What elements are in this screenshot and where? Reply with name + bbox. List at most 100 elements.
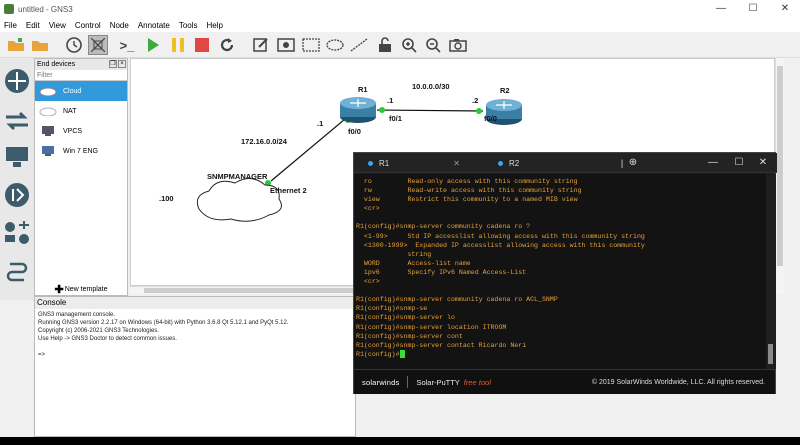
menu-node[interactable]: Node <box>110 21 129 30</box>
tab-label: R1 <box>379 158 390 168</box>
scroll-thumb[interactable] <box>777 66 783 266</box>
console-output[interactable]: GNS3 management console. Running GNS3 ve… <box>35 309 355 361</box>
cloud-icon <box>39 86 57 96</box>
computer-icon <box>39 126 57 136</box>
terminal-line: rw Read-write access with this community… <box>356 187 582 195</box>
new-template-label: New template <box>64 285 108 293</box>
grid-icon[interactable] <box>88 35 108 55</box>
menu-help[interactable]: Help <box>207 21 223 30</box>
cloud-snmpmanager[interactable] <box>196 178 282 222</box>
screenshot-icon[interactable] <box>448 35 468 55</box>
r1-f00-ip-label: .1 <box>317 119 323 128</box>
folder-new-icon[interactable] <box>6 35 26 55</box>
add-link-icon[interactable] <box>2 258 32 288</box>
all-devices-category-icon[interactable] <box>2 218 32 248</box>
terminal-line: R1(config)#snmp-server community cadena … <box>356 296 558 304</box>
panel-header: End devices ❐ × <box>35 59 127 70</box>
terminal-line: ro Read-only access with this community … <box>356 178 578 185</box>
console-line: Use Help -> GNS3 Doctor to detect common… <box>38 336 177 342</box>
menu-view[interactable]: View <box>49 21 66 30</box>
device-item-vpcs[interactable]: VPCS <box>35 121 127 141</box>
device-label: NAT <box>63 107 77 115</box>
menu-edit[interactable]: Edit <box>26 21 40 30</box>
r1-f00-port-label: f0/0 <box>348 127 361 136</box>
close-tab-icon[interactable]: ✕ <box>453 159 460 168</box>
rectangle-icon[interactable] <box>301 35 321 55</box>
link-r1-r2[interactable] <box>376 109 484 112</box>
minimize-button[interactable]: — <box>706 0 736 18</box>
cloud-label: SNMPMANAGER <box>207 172 268 181</box>
switches-category-icon[interactable] <box>2 106 32 136</box>
computer-icon <box>39 146 57 156</box>
terminal-line: view Restrict this community to a named … <box>356 196 578 204</box>
float-panel-icon[interactable]: ❐ <box>109 60 117 68</box>
subnet-label-r1-r2: 10.0.0.0/30 <box>412 82 450 91</box>
device-label: Cloud <box>63 87 82 95</box>
insert-picture-icon[interactable] <box>276 35 296 55</box>
start-icon[interactable] <box>143 35 163 55</box>
putty-maximize-button[interactable]: ☐ <box>730 153 748 173</box>
lock-icon[interactable] <box>375 35 395 55</box>
filter-input[interactable]: Filter <box>35 70 127 81</box>
zoom-in-icon[interactable] <box>399 35 419 55</box>
reload-icon[interactable] <box>217 35 237 55</box>
bottom-edge <box>0 437 800 445</box>
maximize-button[interactable]: ☐ <box>738 0 768 18</box>
panel-title: End devices <box>37 61 76 68</box>
terminal-line: R1(config)#snmp-se <box>356 305 428 313</box>
device-item-cloud[interactable]: Cloud <box>35 81 127 101</box>
r2-label: R2 <box>500 86 510 95</box>
r1-f01-ip-label: .1 <box>387 96 393 105</box>
console-line: GNS3 management console. <box>38 312 116 318</box>
r1-label: R1 <box>358 85 368 94</box>
scroll-thumb[interactable] <box>768 344 773 364</box>
putty-close-button[interactable]: ✕ <box>754 153 772 173</box>
free-tool-tag: free tool <box>463 377 491 387</box>
console-line: Copyright (c) 2006-2021 GNS3 Technologie… <box>38 328 159 334</box>
putty-minimize-button[interactable]: — <box>704 153 722 173</box>
edit-note-icon[interactable] <box>251 35 271 55</box>
gns3-window: untitled - GNS3 — ☐ ✕ File Edit View Con… <box>0 0 800 437</box>
putty-tab-bar: R1 ✕ R2 | ⊕ — ☐ ✕ <box>354 153 777 173</box>
tab-r2[interactable]: R2 <box>498 153 519 173</box>
end-devices-category-icon[interactable] <box>2 142 32 172</box>
cloud-port-label: Ethernet 2 <box>270 186 307 195</box>
routers-category-icon[interactable] <box>2 66 32 96</box>
zoom-out-icon[interactable] <box>423 35 443 55</box>
terminal-line: WORD Access-list name <box>356 259 471 267</box>
device-item-win7[interactable]: Win 7 ENG <box>35 141 127 161</box>
menu-tools[interactable]: Tools <box>179 21 198 30</box>
menu-annotate[interactable]: Annotate <box>138 21 170 30</box>
pause-icon[interactable] <box>168 35 188 55</box>
device-item-nat[interactable]: NAT <box>35 101 127 121</box>
product-name: Solar-PuTTY <box>416 377 460 387</box>
terminal-line: R1(config)#snmp-server location ITROOM <box>356 323 507 331</box>
folder-open-icon[interactable] <box>30 35 50 55</box>
r2-port-label: f0/0 <box>484 114 497 123</box>
tab-r1[interactable]: R1 ✕ <box>368 153 460 173</box>
terminal-output[interactable]: ro Read-only access with this community … <box>354 174 766 369</box>
terminal-line: R1(config)#snmp-server contact Ricardo N… <box>356 341 527 349</box>
security-devices-category-icon[interactable] <box>2 180 32 210</box>
terminal-scrollbar[interactable] <box>766 174 776 369</box>
stop-icon[interactable] <box>192 35 212 55</box>
menu-control[interactable]: Control <box>75 21 101 30</box>
new-tab-button[interactable]: ⊕ <box>624 153 642 173</box>
canvas-vertical-scrollbar[interactable] <box>775 58 784 294</box>
new-template-button[interactable]: ✚ New template <box>34 282 128 296</box>
terminal-line: <cr> <box>356 278 380 286</box>
end-devices-panel: End devices ❐ × Filter Cloud NAT VPCS Wi… <box>34 58 128 296</box>
line-icon[interactable] <box>349 35 369 55</box>
menu-file[interactable]: File <box>4 21 17 30</box>
snapshot-clock-icon[interactable] <box>64 35 84 55</box>
console-all-icon[interactable]: >_ <box>117 35 137 55</box>
close-button[interactable]: ✕ <box>770 0 800 18</box>
close-panel-icon[interactable]: × <box>118 60 126 68</box>
session-dot <box>498 160 503 166</box>
router-r1[interactable] <box>340 97 376 123</box>
ellipse-icon[interactable] <box>325 35 345 55</box>
right-dock-area <box>784 58 800 437</box>
device-label: VPCS <box>63 127 83 135</box>
